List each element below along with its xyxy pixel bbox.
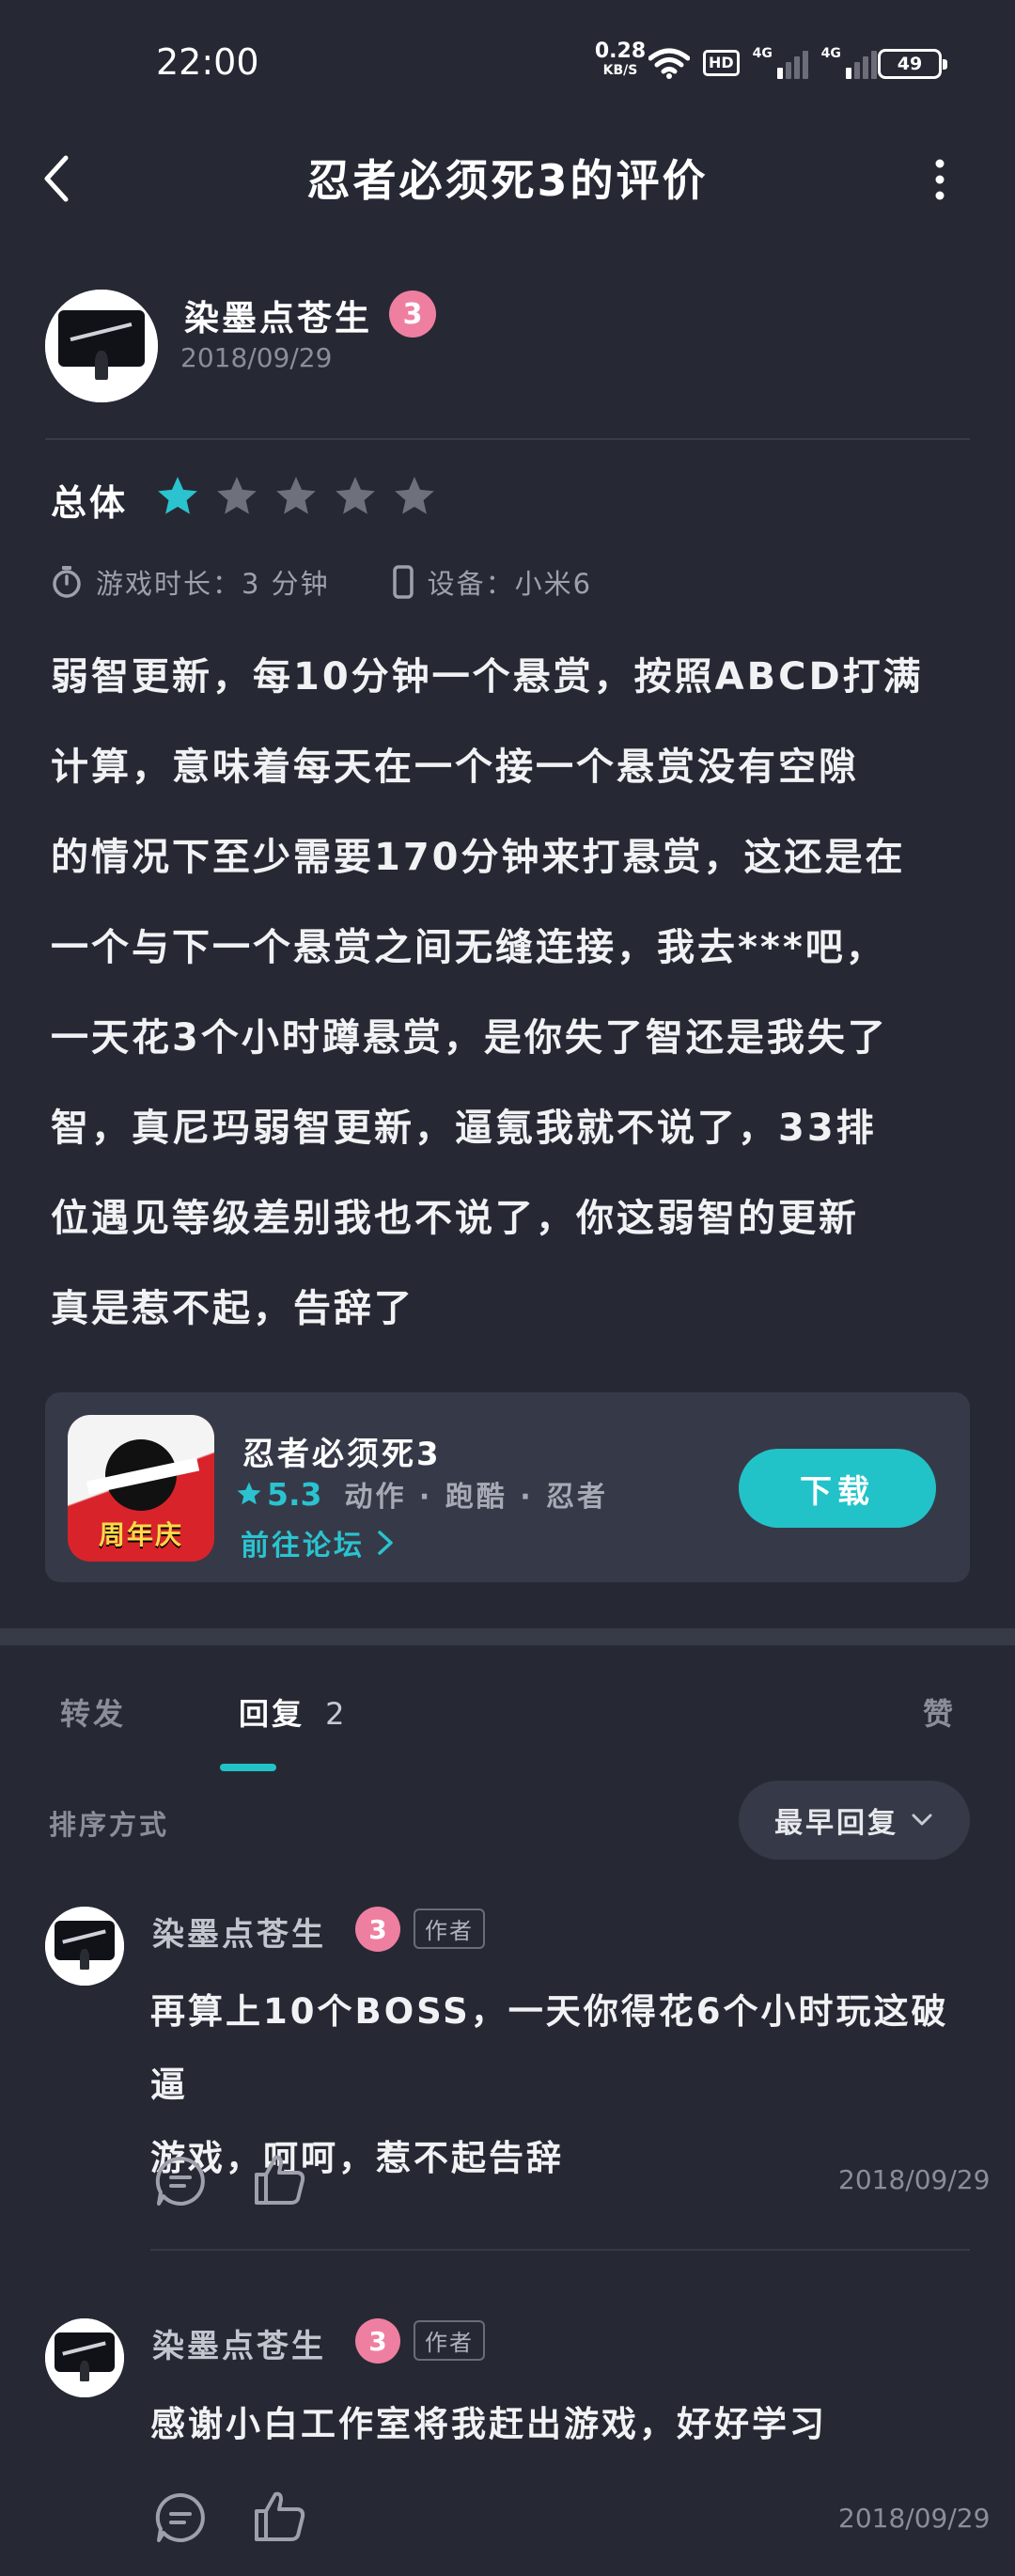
page-title: 忍者必须死3的评价 <box>306 155 709 206</box>
comment-icon <box>155 2156 205 2206</box>
tab-indicator <box>220 1764 276 1771</box>
signal-1-icon: 4G <box>753 47 808 79</box>
thumbs-up-icon <box>255 2155 305 2205</box>
tab-forward[interactable]: 转发 <box>60 1690 126 1734</box>
network-speed-value: 0.28 <box>594 39 647 63</box>
play-time: 游戏时长：3 分钟 <box>96 568 330 600</box>
like-button[interactable] <box>252 2488 308 2544</box>
status-icons: HD 4G 4G <box>648 41 877 85</box>
section-separator <box>0 1628 1015 1645</box>
phone-icon <box>392 565 414 599</box>
network-speed: 0.28 KB/S <box>594 39 647 78</box>
reply-text: 感谢小白工作室将我赶出游戏，好好学习 <box>150 2388 977 2461</box>
author-tag: 作者 <box>414 2320 485 2361</box>
reply-date: 2018/09/29 <box>838 2503 991 2534</box>
review-line: 弱智更新，每10分钟一个悬赏，按照ABCD打满 <box>51 655 924 699</box>
game-icon[interactable]: 周年庆 <box>68 1415 214 1562</box>
review-line: 一天花3个小时蹲悬赏，是你失了智还是我失了 <box>51 1016 888 1060</box>
game-tags: 动作 · 跑酷 · 忍者 <box>344 1481 609 1514</box>
comment-button[interactable] <box>152 2490 209 2546</box>
status-time: 22:00 <box>156 41 259 83</box>
reply-line: 感谢小白工作室将我赶出游戏，好好学习 <box>150 2404 827 2444</box>
review-date: 2018/09/29 <box>180 342 333 373</box>
reply-avatar[interactable] <box>45 2318 124 2397</box>
device: 设备：小米6 <box>427 568 593 600</box>
star-empty-icon <box>395 477 434 514</box>
comment-button[interactable] <box>152 2153 209 2209</box>
review-line: 智，真尼玛弱智更新，逼氪我就不说了，33排 <box>51 1107 877 1150</box>
divider <box>150 2249 970 2251</box>
reply-date: 2018/09/29 <box>838 2164 991 2195</box>
signal-2-label: 4G <box>820 46 841 61</box>
download-button[interactable]: 下载 <box>739 1449 936 1528</box>
sort-select[interactable]: 最早回复 <box>739 1781 970 1860</box>
game-name[interactable]: 忍者必须死3 <box>242 1428 442 1474</box>
sort-label: 排序方式 <box>49 1809 170 1841</box>
review-line: 一个与下一个悬赏之间无缝连接，我去***吧， <box>51 926 886 969</box>
review-line: 真是惹不起，告辞了 <box>51 1287 414 1330</box>
review-line: 的情况下至少需要170分钟来打悬赏，这还是在 <box>51 836 906 879</box>
network-speed-unit: KB/S <box>602 63 638 78</box>
star-icon <box>237 1482 261 1505</box>
comment-icon <box>155 2492 205 2542</box>
chevron-down-icon <box>912 1814 932 1826</box>
chevron-right-icon <box>378 1531 393 1555</box>
timer-icon <box>51 565 83 599</box>
reviewer-avatar[interactable] <box>45 290 158 402</box>
star-empty-icon <box>336 477 375 514</box>
reply-author[interactable]: 染墨点苍生 <box>152 2320 326 2366</box>
reviewer-name[interactable]: 染墨点苍生 <box>184 290 372 340</box>
level-badge: 3 <box>355 2318 400 2364</box>
hd-voice-icon: HD <box>703 50 740 76</box>
reply-line: 再算上10个BOSS，一天你得花6个小时玩这破逼 <box>150 1991 949 2105</box>
divider <box>45 438 970 440</box>
review-line: 位遇见等级差别我也不说了，你这弱智的更新 <box>51 1197 859 1240</box>
reply-avatar[interactable] <box>45 1907 124 1986</box>
battery-icon: 49 <box>878 49 947 79</box>
more-vertical-icon <box>935 159 945 200</box>
thumbs-up-icon <box>255 2491 305 2541</box>
signal-2-icon: 4G <box>821 47 877 79</box>
author-tag: 作者 <box>414 1908 485 1949</box>
reply-author[interactable]: 染墨点苍生 <box>152 1908 326 1955</box>
like-button[interactable] <box>252 2151 308 2207</box>
review-line: 计算，意味着每天在一个接一个悬赏没有空隙 <box>51 746 859 789</box>
more-button[interactable] <box>921 156 959 203</box>
tab-reply-count: 2 <box>325 1696 348 1732</box>
star-empty-icon <box>276 477 316 514</box>
level-badge: 3 <box>355 1907 400 1952</box>
level-badge: 3 <box>389 291 436 338</box>
signal-1-label: 4G <box>752 46 773 61</box>
game-card[interactable]: 周年庆 忍者必须死3 5.3 动作 · 跑酷 · 忍者 前往论坛 下载 <box>45 1392 970 1582</box>
game-meta: 5.3 动作 · 跑酷 · 忍者 <box>235 1473 608 1515</box>
tab-reply-label: 回复 <box>239 1696 305 1732</box>
tab-like[interactable]: 赞 <box>923 1690 956 1734</box>
game-rating: 5.3 <box>267 1475 322 1513</box>
sort-selected: 最早回复 <box>774 1807 898 1840</box>
game-icon-label: 周年庆 <box>98 1519 183 1550</box>
forum-link[interactable]: 前往论坛 <box>241 1522 397 1563</box>
tab-reply[interactable]: 回复 2 <box>239 1690 348 1734</box>
wifi-icon <box>648 48 690 79</box>
overall-label: 总体 <box>51 482 129 524</box>
review-text: 弱智更新，每10分钟一个悬赏，按照ABCD打满 计算，意味着每天在一个接一个悬赏… <box>51 632 972 1354</box>
forum-link-label: 前往论坛 <box>241 1530 365 1563</box>
review-meta: 游戏时长：3 分钟 设备：小米6 <box>51 562 592 602</box>
star-rating <box>154 473 438 520</box>
star-filled-icon <box>158 477 197 514</box>
star-empty-icon <box>217 477 257 514</box>
